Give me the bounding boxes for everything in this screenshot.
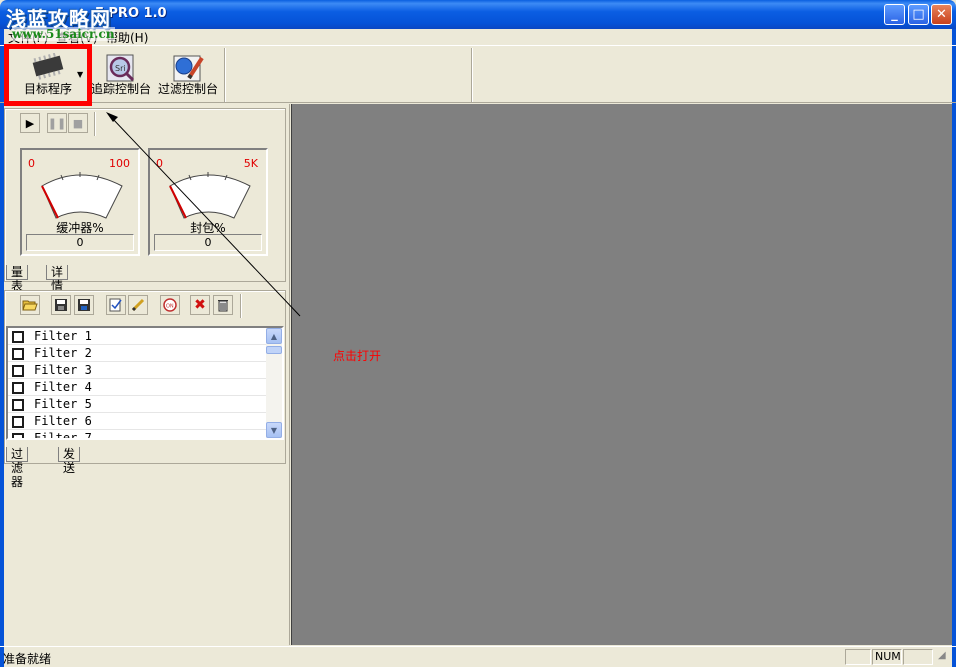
status-bar: 准备就绪 NUM ◢ xyxy=(0,646,956,667)
status-pane xyxy=(845,649,871,665)
status-pane xyxy=(903,649,933,665)
num-lock-indicator: NUM xyxy=(872,649,902,665)
resize-grip-icon[interactable]: ◢ xyxy=(938,650,946,661)
annotation-text: 点击打开 xyxy=(333,349,382,363)
status-text: 准备就绪 xyxy=(3,652,52,666)
annotation-arrow xyxy=(106,112,301,317)
